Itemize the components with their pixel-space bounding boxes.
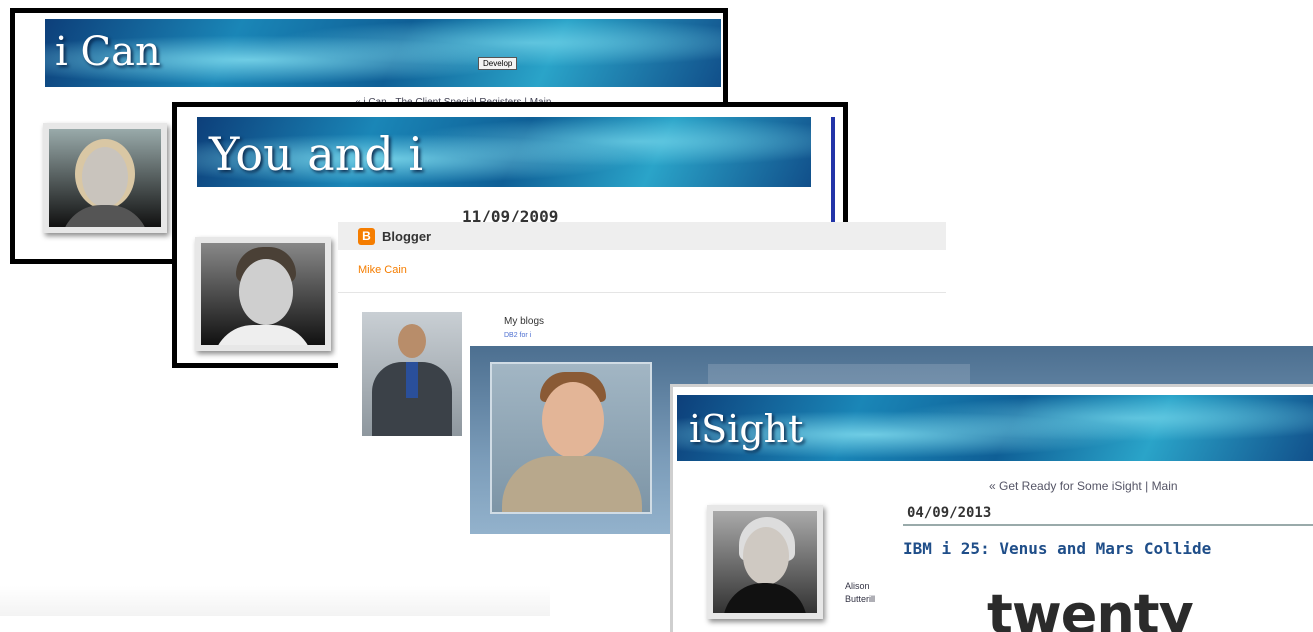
ican-title: i Can (55, 29, 161, 75)
my-blogs-label: My blogs (504, 316, 545, 327)
ican-banner: i Can Develop (45, 19, 721, 87)
background-strip (0, 586, 550, 616)
develop-button[interactable]: Develop (478, 57, 518, 70)
twenty-logo: twenty (987, 583, 1194, 632)
profile-panel-photo (490, 362, 652, 514)
youandi-title: You and i (209, 127, 424, 181)
youandi-banner: You and i (197, 117, 811, 187)
isight-title: iSight (689, 407, 804, 451)
isight-post-title[interactable]: IBM i 25: Venus and Mars Collide (903, 539, 1211, 558)
isight-author-last: Butterill (845, 594, 876, 604)
blogger-header: B Blogger (338, 222, 946, 250)
isight-date: 04/09/2013 (907, 505, 992, 521)
isight-banner: iSight (677, 395, 1313, 461)
isight-nav: « Get Ready for Some iSight | Main (989, 479, 1178, 493)
my-blogs-link[interactable]: DB2 for i (504, 332, 531, 339)
blogger-author-photo (362, 312, 462, 436)
isight-author-photo (707, 505, 823, 619)
isight-author-first: Alison (845, 581, 870, 591)
youandi-author-photo (195, 237, 331, 351)
isight-author-name: Alison Butterill (845, 580, 875, 606)
ican-author-photo (43, 123, 167, 233)
blogger-author-name[interactable]: Mike Cain (358, 264, 407, 276)
isight-date-underline (903, 524, 1313, 526)
blogger-brand[interactable]: Blogger (382, 229, 431, 244)
blogger-divider (338, 292, 946, 293)
isight-nav-main-link[interactable]: Main (1152, 479, 1178, 493)
isight-nav-prev-link[interactable]: « Get Ready for Some iSight (989, 479, 1142, 493)
isight-nav-separator: | (1145, 479, 1149, 493)
blogger-icon: B (358, 228, 375, 245)
isight-window: iSight « Get Ready for Some iSight | Mai… (670, 384, 1313, 632)
